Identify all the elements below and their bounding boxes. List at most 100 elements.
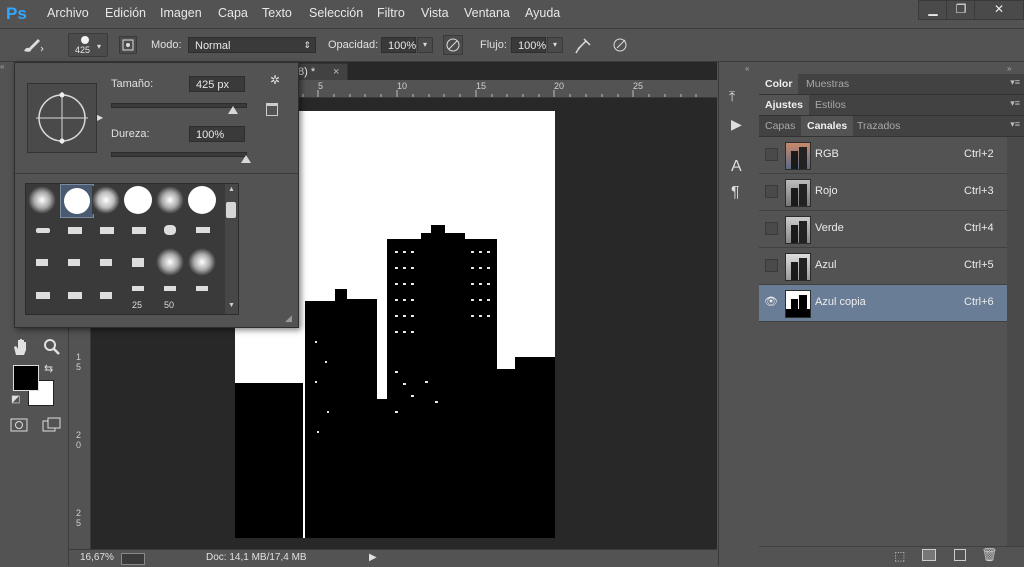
strip-collapse-icon[interactable]: « (745, 64, 749, 73)
tab-muestras[interactable]: Muestras (800, 74, 855, 94)
quick-mask-icon[interactable] (10, 418, 28, 432)
menu-imagen[interactable]: Imagen (160, 6, 202, 20)
channel-name: RGB (815, 148, 839, 160)
opacity-dropdown-icon[interactable]: ▾ (417, 37, 433, 53)
menu-texto[interactable]: Texto (262, 6, 292, 20)
load-selection-icon[interactable]: ⬚ (894, 549, 905, 563)
status-menu-arrow-icon[interactable]: ▶ (369, 552, 377, 563)
brush-preset-picker[interactable]: 425 ▾ (68, 33, 108, 57)
brush-preset-grid: 25 50 ▲ ▼ (25, 183, 239, 315)
menu-ayuda[interactable]: Ayuda (525, 6, 560, 20)
eye-icon[interactable]: 👁 (764, 295, 778, 308)
opacity-field[interactable]: 100% (381, 37, 416, 53)
swap-colors-icon[interactable]: ⇆ (44, 362, 53, 375)
channel-row-rgb[interactable]: RGB Ctrl+2 (759, 137, 1007, 174)
new-preset-icon[interactable] (266, 103, 278, 116)
opacity-label: Opacidad: (328, 39, 379, 51)
hand-tool-icon[interactable] (10, 337, 32, 357)
foreground-color-swatch[interactable] (13, 365, 39, 391)
pressure-opacity-icon[interactable] (443, 35, 463, 55)
paragraph-icon[interactable]: ¶ (731, 184, 740, 202)
preset-size-label: 25 (132, 300, 143, 310)
channel-thumbnail-rgb (785, 142, 811, 170)
mode-value: Normal (195, 40, 231, 52)
flow-dropdown-icon[interactable]: ▾ (547, 37, 563, 53)
tab-color[interactable]: Color (759, 74, 799, 94)
channel-shortcut: Ctrl+6 (964, 296, 994, 308)
screen-mode-icon[interactable] (42, 417, 62, 433)
brush-size-readout: 425 (75, 45, 91, 55)
channel-name: Azul copia (815, 296, 866, 308)
brush-preset-soft[interactable] (28, 186, 56, 214)
visibility-toggle[interactable] (765, 148, 778, 161)
dock-collapse-icon[interactable]: » (1007, 64, 1011, 73)
resize-grip-icon[interactable]: ◢ (285, 313, 292, 324)
tab-ajustes[interactable]: Ajustes (759, 95, 809, 115)
flow-field[interactable]: 100% (511, 37, 546, 53)
brush-tool-icon[interactable] (20, 36, 46, 54)
menu-ventana[interactable]: Ventana (464, 6, 510, 20)
minimize-button[interactable]: ▁ (918, 0, 948, 20)
character-icon[interactable]: A (731, 158, 742, 176)
history-icon[interactable]: ⤒ (729, 88, 735, 105)
default-colors-icon[interactable]: ◩ (11, 394, 20, 405)
preview-arrow-icon: ▶ (97, 113, 104, 122)
channel-shortcut: Ctrl+5 (964, 259, 994, 271)
panel-menu-icon[interactable]: ▾≡ (1010, 119, 1020, 130)
restore-button[interactable]: ❐ (946, 0, 976, 20)
menu-bar (0, 0, 1024, 29)
hardness-slider-thumb[interactable] (241, 155, 251, 163)
document-tab-close-icon[interactable]: × (333, 64, 339, 80)
size-slider-thumb[interactable] (227, 106, 238, 114)
visibility-toggle[interactable] (765, 259, 778, 272)
collapsed-panel-strip (718, 62, 760, 566)
tab-canales[interactable]: Canales (801, 116, 854, 136)
hardness-slider[interactable] (111, 152, 251, 163)
new-channel-icon[interactable] (954, 549, 966, 561)
panel-menu-icon[interactable]: ▾≡ (1010, 77, 1020, 88)
size-input[interactable]: 425 px (189, 76, 245, 92)
tab-capas[interactable]: Capas (759, 116, 801, 136)
hardness-input[interactable]: 100% (189, 126, 245, 142)
tab-estilos[interactable]: Estilos (809, 95, 852, 115)
zoom-tool-icon[interactable] (42, 337, 62, 357)
close-button[interactable]: ✕ (974, 0, 1024, 20)
brush-panel-toggle-icon[interactable] (119, 36, 137, 54)
visibility-toggle[interactable] (765, 185, 778, 198)
channel-name: Azul (815, 259, 837, 271)
trash-icon[interactable]: 🗑 (981, 547, 998, 563)
toolbar-collapse-icon[interactable]: « (0, 62, 14, 72)
channel-row-azul[interactable]: Azul Ctrl+5 (759, 248, 1007, 285)
menu-edicion[interactable]: Edición (105, 6, 146, 20)
channel-row-azul-copia[interactable]: 👁 Azul copia Ctrl+6 (759, 285, 1007, 322)
status-options-icon[interactable] (121, 553, 145, 565)
brush-angle-preview[interactable] (27, 83, 97, 153)
gear-icon[interactable]: ✲ (270, 73, 280, 87)
menu-filtro[interactable]: Filtro (377, 6, 405, 20)
channel-thumbnail-azul-copia (785, 290, 811, 318)
panel-menu-icon[interactable]: ▾≡ (1010, 98, 1020, 109)
preset-scrollbar[interactable]: ▲ ▼ (225, 184, 238, 314)
channels-scrollbar[interactable] (1007, 137, 1024, 547)
menu-capa[interactable]: Capa (218, 6, 248, 20)
visibility-toggle[interactable] (765, 222, 778, 235)
channel-name: Verde (815, 222, 844, 234)
channel-shortcut: Ctrl+3 (964, 185, 994, 197)
menu-vista[interactable]: Vista (421, 6, 449, 20)
channel-row-rojo[interactable]: Rojo Ctrl+3 (759, 174, 1007, 211)
save-selection-icon[interactable] (922, 549, 936, 561)
tab-trazados[interactable]: Trazados (851, 116, 906, 136)
mode-select[interactable]: Normal ⇕ (188, 37, 316, 53)
flow-label: Flujo: (480, 39, 507, 51)
pressure-size-icon[interactable] (610, 35, 632, 55)
actions-play-icon[interactable]: ▶ (731, 116, 742, 133)
menu-archivo[interactable]: Archivo (47, 6, 89, 20)
size-slider[interactable] (111, 103, 247, 114)
channel-thumbnail-rojo (785, 179, 811, 207)
airbrush-icon[interactable] (574, 35, 596, 55)
ruler-label: 1 5 (76, 352, 82, 372)
menu-seleccion[interactable]: Selección (309, 6, 363, 20)
zoom-level[interactable]: 16,67% (80, 552, 114, 563)
channel-row-verde[interactable]: Verde Ctrl+4 (759, 211, 1007, 248)
size-label: Tamaño: (111, 78, 154, 90)
